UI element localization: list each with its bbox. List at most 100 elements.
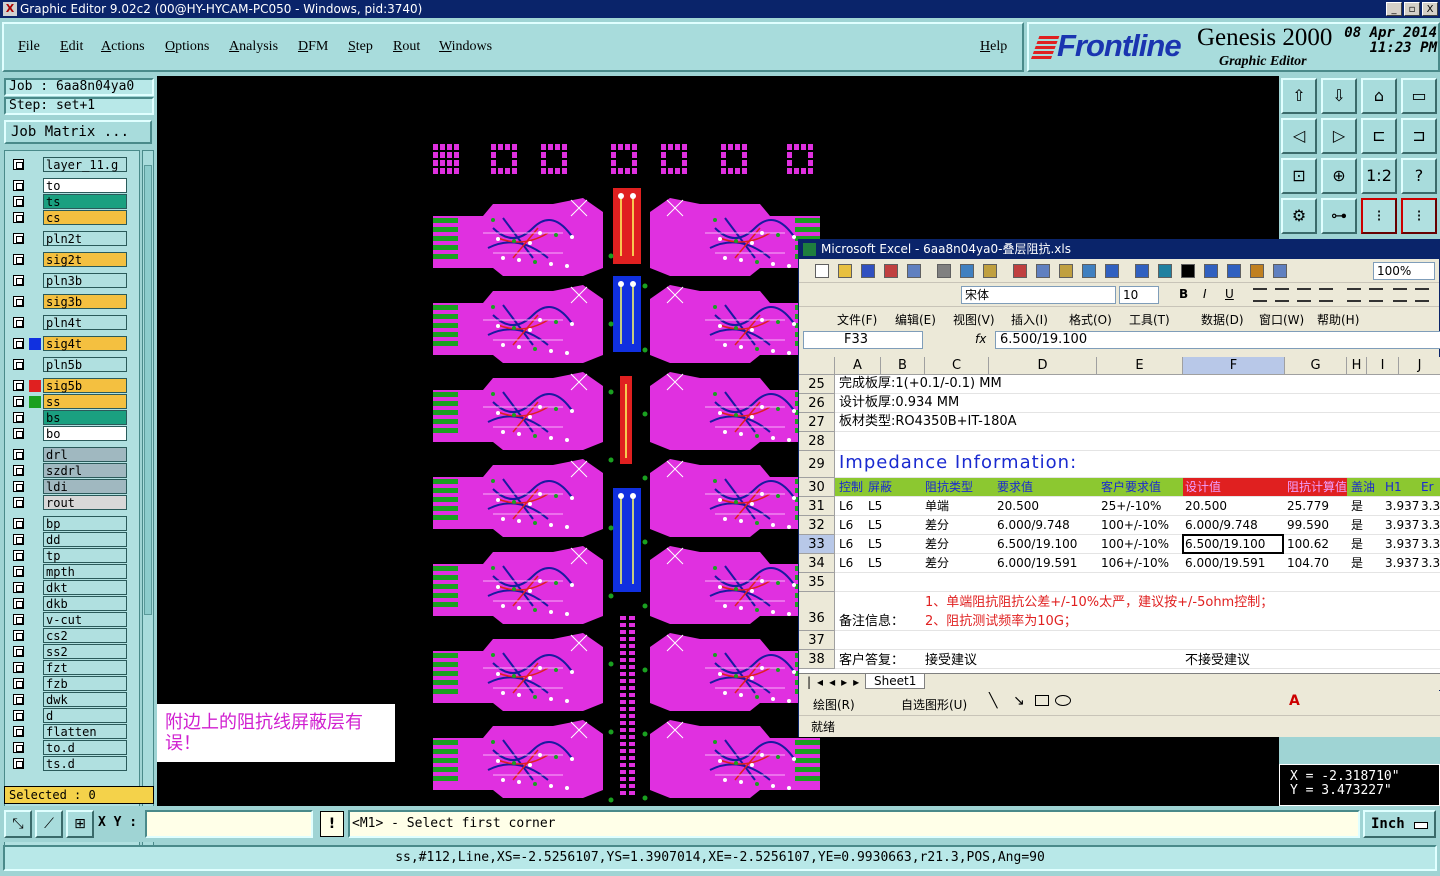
excel-toolbar-icon-8[interactable] — [1013, 264, 1027, 278]
table-data-cell[interactable]: 20.500 — [997, 497, 1039, 515]
layer-color-swatch[interactable] — [29, 233, 41, 245]
excel-window[interactable]: Microsoft Excel - 6aa8n04ya0-叠层阻抗.xls 10… — [798, 239, 1440, 737]
layer-row-cs[interactable]: cs — [5, 210, 139, 226]
layer-color-swatch[interactable] — [29, 428, 41, 440]
select-all-corner[interactable] — [799, 357, 835, 375]
tool-layer-b-icon[interactable]: ⁝ — [1401, 198, 1437, 234]
layer-name[interactable]: layer_11.g — [43, 157, 127, 172]
autoshape-menu[interactable]: 自选图形(U) — [901, 696, 967, 713]
table-data-cell[interactable]: 3.3 — [1421, 516, 1440, 534]
row-header-38[interactable]: 38 — [799, 650, 835, 669]
tool-right-icon[interactable]: ▷ — [1321, 118, 1357, 154]
layer-name[interactable]: bp — [43, 516, 127, 531]
font-combo[interactable]: 宋体 — [961, 286, 1116, 304]
excel-menu-item[interactable]: 工具(T) — [1129, 311, 1170, 328]
layer-checkbox[interactable] — [13, 614, 24, 625]
layer-checkbox[interactable] — [13, 678, 24, 689]
column-header-I[interactable]: I — [1367, 357, 1399, 375]
row-header-30[interactable]: 30 — [799, 478, 835, 497]
layer-row-dkb[interactable]: dkb — [5, 596, 139, 612]
excel-toolbar-icon-4[interactable] — [907, 264, 921, 278]
layer-color-swatch[interactable] — [29, 254, 41, 266]
layer-checkbox[interactable] — [13, 598, 24, 609]
menu-help[interactable]: Help — [980, 39, 1007, 55]
layer-row-drl[interactable]: drl — [5, 447, 139, 463]
menu-step[interactable]: Step — [348, 39, 373, 55]
layer-color-swatch[interactable] — [29, 518, 41, 530]
layer-name[interactable]: sig5b — [43, 378, 127, 393]
menu-file[interactable]: File — [18, 39, 40, 55]
layer-name[interactable]: cs — [43, 210, 127, 225]
table-header-cell[interactable]: 客户要求值 — [1101, 478, 1161, 496]
minimize-button[interactable]: _ — [1386, 2, 1402, 16]
align-icon-1[interactable] — [1275, 288, 1289, 302]
tool-bracket-left-icon[interactable]: ⊏ — [1361, 118, 1397, 154]
layer-row-sig5b[interactable]: sig5b — [5, 378, 139, 394]
layer-color-swatch[interactable] — [29, 196, 41, 208]
layer-color-swatch[interactable] — [29, 180, 41, 192]
layer-color-swatch[interactable] — [29, 497, 41, 509]
layer-name[interactable]: fzt — [43, 660, 127, 675]
layer-checkbox[interactable] — [13, 396, 24, 407]
layer-row-pln3b[interactable]: pln3b — [5, 273, 139, 289]
layer-row-pln4t[interactable]: pln4t — [5, 315, 139, 331]
layer-checkbox[interactable] — [13, 534, 24, 545]
layer-name[interactable]: dwk — [43, 692, 127, 707]
layer-row-ss[interactable]: ss — [5, 394, 139, 410]
excel-menu-item[interactable]: 插入(I) — [1011, 311, 1048, 328]
table-data-cell[interactable]: L6 — [839, 497, 853, 515]
units-selector[interactable]: Inch — [1363, 810, 1436, 838]
layer-checkbox[interactable] — [13, 497, 24, 508]
layer-checkbox[interactable] — [13, 566, 24, 577]
table-data-cell[interactable]: 单端 — [925, 497, 949, 515]
table-data-cell[interactable]: L5 — [868, 516, 882, 534]
layer-name[interactable]: dkb — [43, 596, 127, 611]
table-data-cell[interactable]: 100+/-10% — [1101, 516, 1169, 534]
layer-checkbox[interactable] — [13, 296, 24, 307]
layer-color-swatch[interactable] — [29, 317, 41, 329]
layer-row-ts.d[interactable]: ts.d — [5, 756, 139, 772]
excel-toolbar-icon-10[interactable] — [1059, 264, 1073, 278]
sheet-tab-sheet1[interactable]: Sheet1 — [865, 674, 926, 689]
layer-color-swatch[interactable] — [29, 359, 41, 371]
table-data-cell[interactable]: 3.3 — [1421, 497, 1440, 515]
row-header-37[interactable]: 37 — [799, 631, 835, 650]
column-header-G[interactable]: G — [1285, 357, 1347, 375]
menu-dfm[interactable]: DFM — [298, 39, 328, 55]
layer-color-swatch[interactable] — [29, 598, 41, 610]
column-header-H[interactable]: H — [1347, 357, 1367, 375]
excel-toolbar-icon-17[interactable] — [1227, 264, 1241, 278]
cell-accept[interactable]: 接受建议 — [925, 652, 977, 670]
underline-button[interactable]: U — [1225, 287, 1234, 301]
layer-checkbox[interactable] — [13, 758, 24, 769]
cell-design-thickness[interactable]: 设计板厚:0.934 MM — [839, 394, 959, 412]
layer-color-swatch[interactable] — [29, 412, 41, 424]
layer-name[interactable]: pln3b — [43, 273, 127, 288]
table-data-cell[interactable]: 106+/-10% — [1101, 554, 1169, 572]
tool-probe-icon[interactable]: ⊶ — [1321, 198, 1357, 234]
layer-name[interactable]: pln5b — [43, 357, 127, 372]
exclamation-button[interactable]: ! — [320, 811, 344, 837]
layer-checkbox[interactable] — [13, 380, 24, 391]
layer-color-swatch[interactable] — [29, 662, 41, 674]
layer-color-swatch[interactable] — [29, 465, 41, 477]
layer-color-swatch[interactable] — [29, 582, 41, 594]
xy-input[interactable] — [145, 810, 313, 838]
cell-remark-label[interactable]: 备注信息： — [839, 613, 904, 631]
layer-name[interactable]: ts.d — [43, 756, 127, 771]
layer-checkbox[interactable] — [13, 338, 24, 349]
cell-impedance-title[interactable]: Impedance Information: — [839, 454, 1077, 472]
table-data-cell[interactable]: 3.937 — [1385, 554, 1419, 572]
cell-material[interactable]: 板材类型:RO4350B+IT-180A — [839, 413, 1017, 431]
excel-menu-item[interactable]: 窗口(W) — [1259, 311, 1304, 328]
excel-menu-item[interactable]: 帮助(H) — [1317, 311, 1359, 328]
layer-name[interactable]: d — [43, 708, 127, 723]
tool-help-icon[interactable]: ? — [1401, 158, 1437, 194]
table-data-cell[interactable]: 25.779 — [1287, 497, 1329, 515]
layer-checkbox[interactable] — [13, 726, 24, 737]
layer-name[interactable]: szdrl — [43, 463, 127, 478]
layer-name[interactable]: to — [43, 178, 127, 193]
layer-checkbox[interactable] — [13, 630, 24, 641]
layer-row-dd[interactable]: dd — [5, 532, 139, 548]
layer-row-rout[interactable]: rout — [5, 495, 139, 511]
